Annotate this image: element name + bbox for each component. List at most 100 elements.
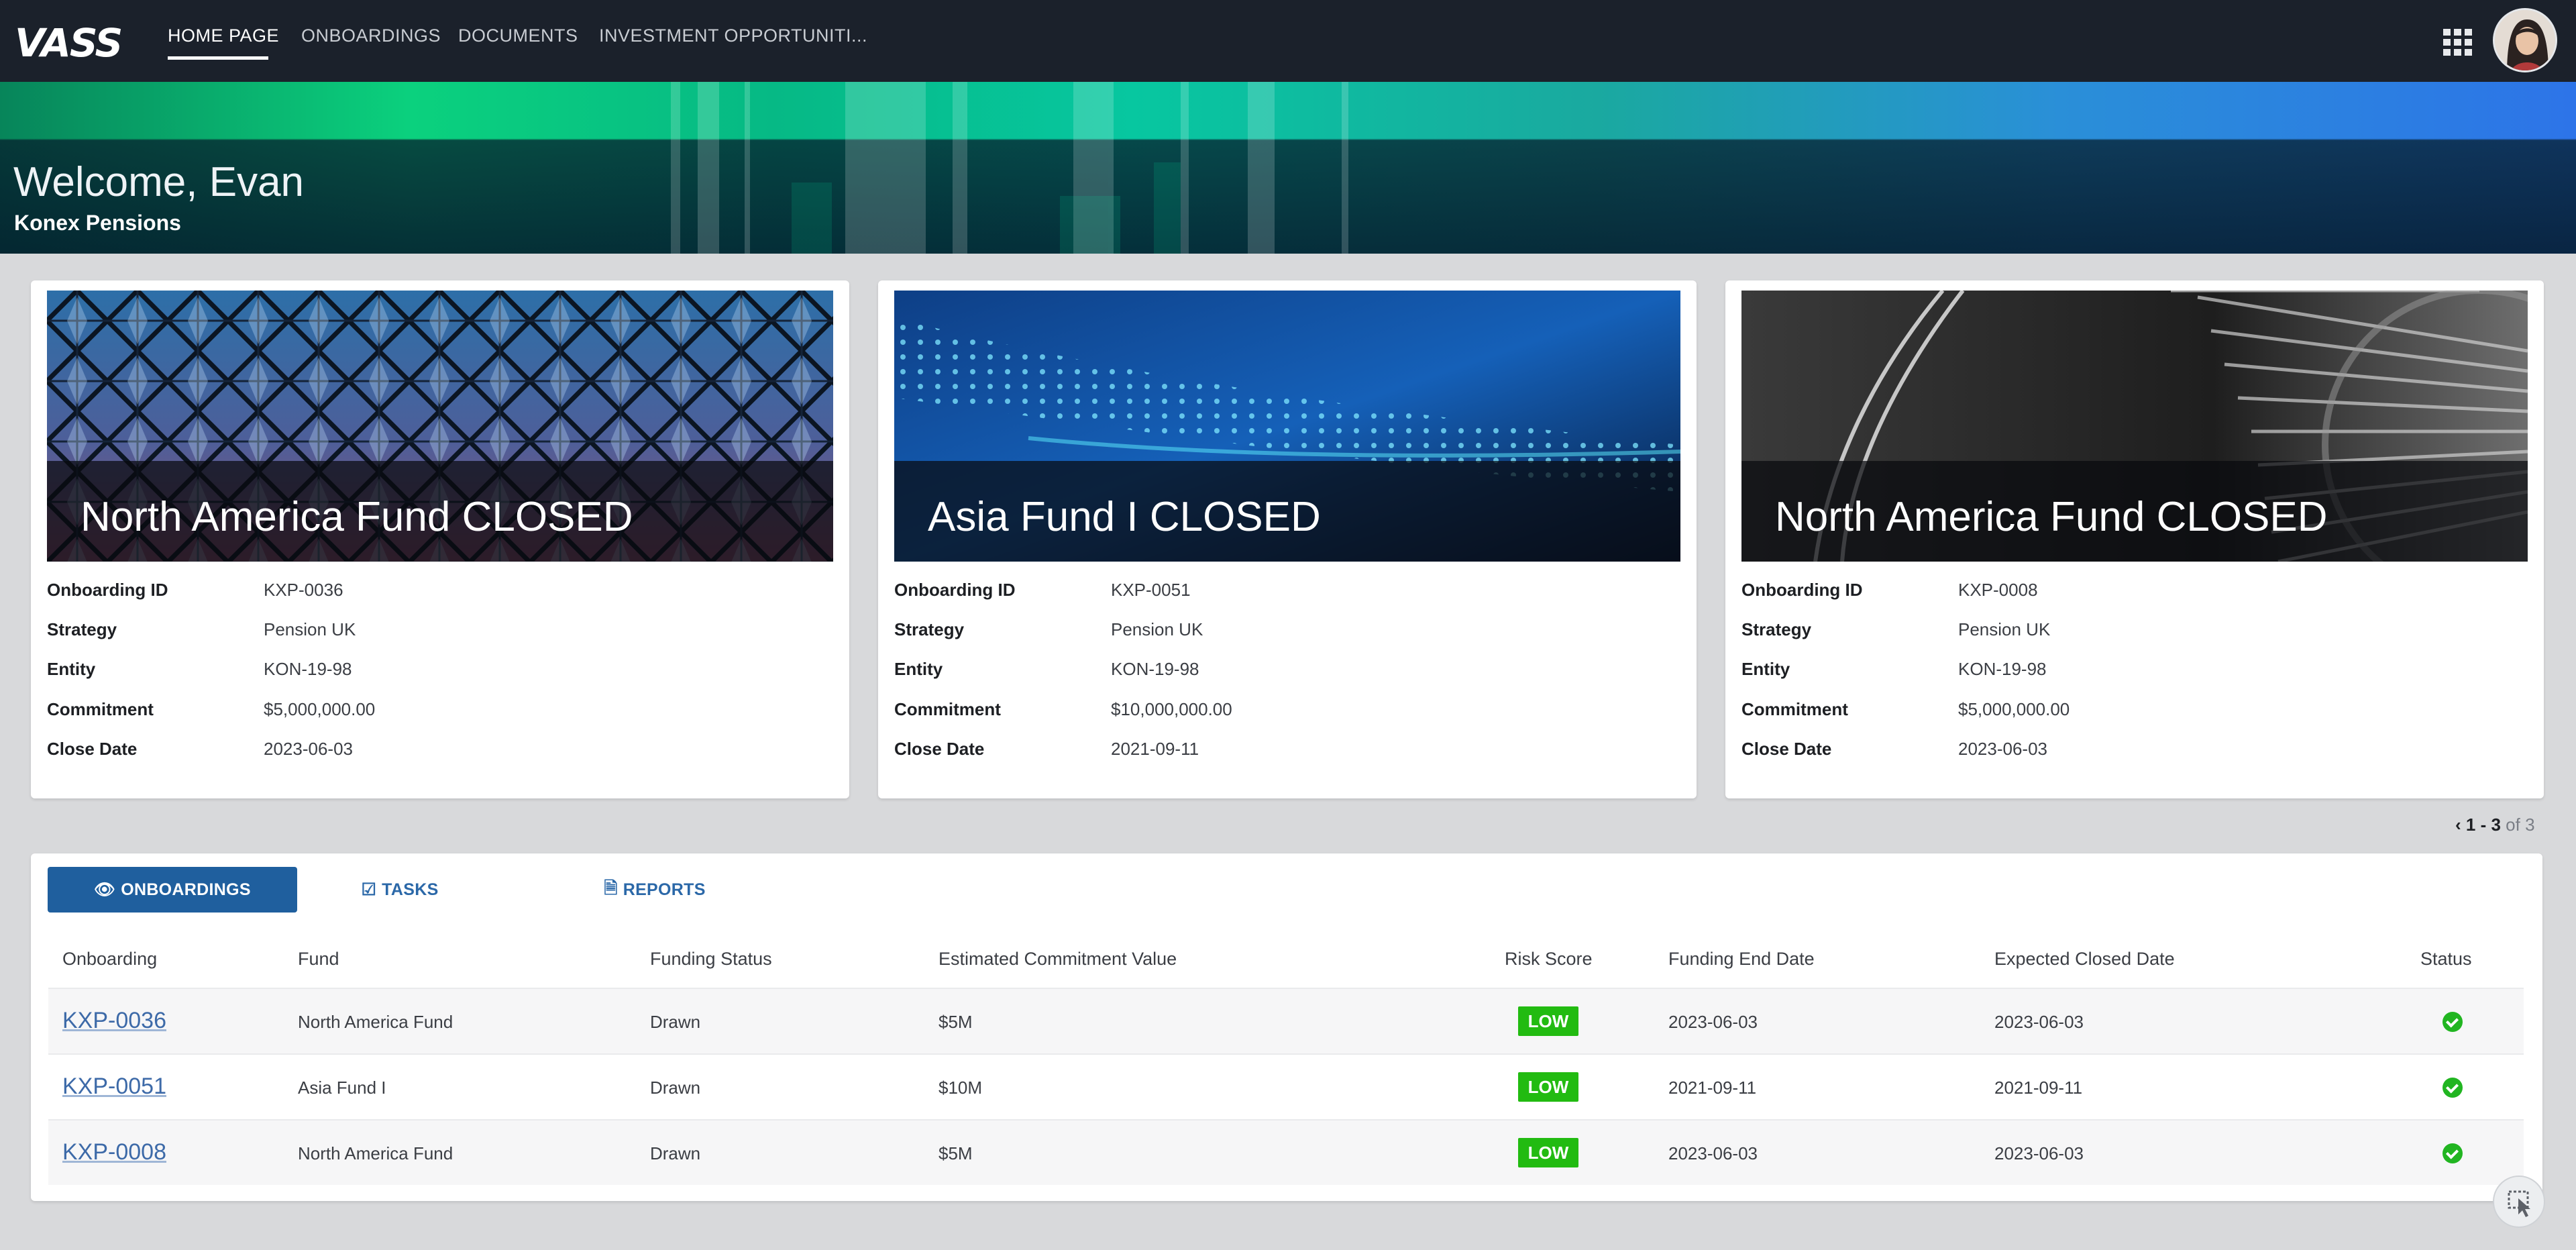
apps-grid-icon[interactable] (2443, 29, 2473, 56)
field-value: KXP-0051 (1111, 580, 1191, 600)
fund-card-title-bar: North America Fund CLOSED (1741, 461, 2528, 562)
card-field-entity: Entity KON-19-98 (1741, 659, 2479, 686)
column-header-estimated-commitment-value[interactable]: Estimated Commitment Value (938, 949, 1177, 970)
card-field-entity: Entity KON-19-98 (894, 659, 1632, 686)
onboarding-id-link[interactable]: KXP-0008 (62, 1139, 166, 1165)
field-label: Strategy (894, 619, 965, 639)
field-label: Close Date (894, 739, 985, 759)
field-value: KON-19-98 (264, 659, 352, 679)
column-header-status[interactable]: Status (2420, 949, 2472, 970)
field-value: $5,000,000.00 (264, 699, 376, 719)
check-circle-icon (2443, 1012, 2463, 1032)
field-value: KXP-0036 (264, 580, 343, 600)
fund-cell: North America Fund (298, 1143, 453, 1163)
field-value: 2021-09-11 (1111, 739, 1199, 759)
column-header-funding-end-date[interactable]: Funding End Date (1668, 949, 1815, 970)
column-header-onboarding[interactable]: Onboarding (62, 949, 157, 970)
column-header-funding-status[interactable]: Funding Status (650, 949, 772, 970)
pager-total: of 3 (2506, 815, 2535, 835)
eye-icon: 👁 (94, 880, 116, 899)
tab-tasks[interactable]: ☑ TASKS (333, 867, 467, 913)
field-label: Entity (1741, 659, 1790, 679)
tab-label: ONBOARDINGS (121, 880, 251, 899)
card-field-close-date: Close Date 2021-09-11 (894, 739, 1632, 766)
fund-card-image: North America Fund CLOSED (1741, 291, 2528, 562)
card-field-strategy: Strategy Pension UK (1741, 619, 2479, 646)
active-nav-underline (168, 56, 268, 60)
field-label: Onboarding ID (47, 580, 168, 600)
onboarding-id-link[interactable]: KXP-0036 (62, 1008, 166, 1034)
card-field-strategy: Strategy Pension UK (894, 619, 1632, 646)
card-field-close-date: Close Date 2023-06-03 (47, 739, 785, 766)
tab-reports[interactable]: 🗎 REPORTS (581, 867, 729, 913)
card-field-commitment: Commitment $5,000,000.00 (47, 699, 785, 726)
fund-cell: North America Fund (298, 1012, 453, 1032)
fund-card[interactable]: North America Fund CLOSED Onboarding ID K… (31, 280, 849, 798)
table-row[interactable]: KXP-0051 Asia Fund I Drawn $10M LOW 2021… (48, 1053, 2524, 1119)
nav-investment-opportunities[interactable]: INVESTMENT OPPORTUNITI... (599, 25, 867, 46)
funding-end-date-cell: 2023-06-03 (1668, 1012, 1758, 1032)
document-icon: 🗎 (604, 878, 618, 898)
onboarding-id-link[interactable]: KXP-0051 (62, 1074, 166, 1100)
tab-label: TASKS (382, 880, 439, 899)
field-label: Close Date (1741, 739, 1832, 759)
field-label: Strategy (1741, 619, 1812, 639)
field-value: $5,000,000.00 (1958, 699, 2070, 719)
expected-closed-date-cell: 2023-06-03 (1994, 1143, 2084, 1163)
card-field-entity: Entity KON-19-98 (47, 659, 785, 686)
fund-card-title: North America Fund CLOSED (1775, 494, 2328, 540)
fund-card-image: North America Fund CLOSED (47, 291, 833, 562)
table-row[interactable]: KXP-0036 North America Fund Drawn $5M LO… (48, 988, 2524, 1053)
card-field-onboarding-id: Onboarding ID KXP-0051 (894, 580, 1632, 607)
field-label: Entity (47, 659, 96, 679)
card-field-onboarding-id: Onboarding ID KXP-0036 (47, 580, 785, 607)
funding-end-date-cell: 2021-09-11 (1668, 1078, 1757, 1098)
column-header-expected-closed-date[interactable]: Expected Closed Date (1994, 949, 2175, 970)
fund-card-title: North America Fund CLOSED (80, 494, 633, 540)
field-label: Strategy (47, 619, 117, 639)
cursor-assist-button[interactable] (2493, 1176, 2545, 1228)
commitment-value-cell: $5M (938, 1012, 973, 1032)
banner-background-graphic (671, 82, 1348, 254)
vass-logo[interactable]: VASS (15, 20, 123, 66)
funding-end-date-cell: 2023-06-03 (1668, 1143, 1758, 1163)
field-value: KON-19-98 (1958, 659, 2047, 679)
column-header-risk-score[interactable]: Risk Score (1505, 949, 1593, 970)
check-circle-icon (2443, 1078, 2463, 1098)
user-avatar[interactable] (2493, 8, 2557, 72)
table-row[interactable]: KXP-0008 North America Fund Drawn $5M LO… (48, 1119, 2524, 1185)
field-label: Entity (894, 659, 943, 679)
pager-range: 1 - 3 (2465, 815, 2501, 835)
fund-card[interactable]: North America Fund CLOSED Onboarding ID K… (1725, 280, 2544, 798)
funding-status-cell: Drawn (650, 1143, 701, 1163)
column-header-fund[interactable]: Fund (298, 949, 339, 970)
commitment-value-cell: $10M (938, 1078, 983, 1098)
cursor-select-icon (2508, 1190, 2530, 1217)
checkbox-icon: ☑ (361, 880, 377, 899)
nav-documents[interactable]: DOCUMENTS (458, 25, 578, 46)
welcome-heading: Welcome, Evan (13, 159, 305, 205)
card-field-strategy: Strategy Pension UK (47, 619, 785, 646)
field-value: 2023-06-03 (264, 739, 353, 759)
field-label: Close Date (47, 739, 138, 759)
funding-status-cell: Drawn (650, 1078, 701, 1098)
chevron-left-icon[interactable]: ‹ (2455, 815, 2461, 835)
tab-onboardings[interactable]: 👁 ONBOARDINGS (48, 867, 297, 913)
top-navigation-bar: VASS HOME PAGE ONBOARDINGS DOCUMENTS INV… (0, 0, 2576, 82)
field-value: $10,000,000.00 (1111, 699, 1232, 719)
onboardings-panel: 👁 ONBOARDINGS ☑ TASKS 🗎 REPORTS Onboardi… (31, 853, 2542, 1201)
field-label: Commitment (47, 699, 154, 719)
card-pager: ‹ 1 - 3 of 3 (2455, 815, 2535, 835)
field-value: KXP-0008 (1958, 580, 2038, 600)
fund-card-title-bar: Asia Fund I CLOSED (894, 461, 1680, 562)
fund-cell: Asia Fund I (298, 1078, 386, 1098)
field-label: Onboarding ID (894, 580, 1016, 600)
expected-closed-date-cell: 2021-09-11 (1994, 1078, 2083, 1098)
field-value: KON-19-98 (1111, 659, 1199, 679)
nav-onboardings[interactable]: ONBOARDINGS (301, 25, 441, 46)
field-value: Pension UK (1958, 619, 2051, 639)
nav-home-page[interactable]: HOME PAGE (168, 25, 279, 46)
fund-card[interactable]: Asia Fund I CLOSED Onboarding ID KXP-0051… (878, 280, 1697, 798)
check-circle-icon (2443, 1143, 2463, 1163)
field-label: Commitment (1741, 699, 1848, 719)
